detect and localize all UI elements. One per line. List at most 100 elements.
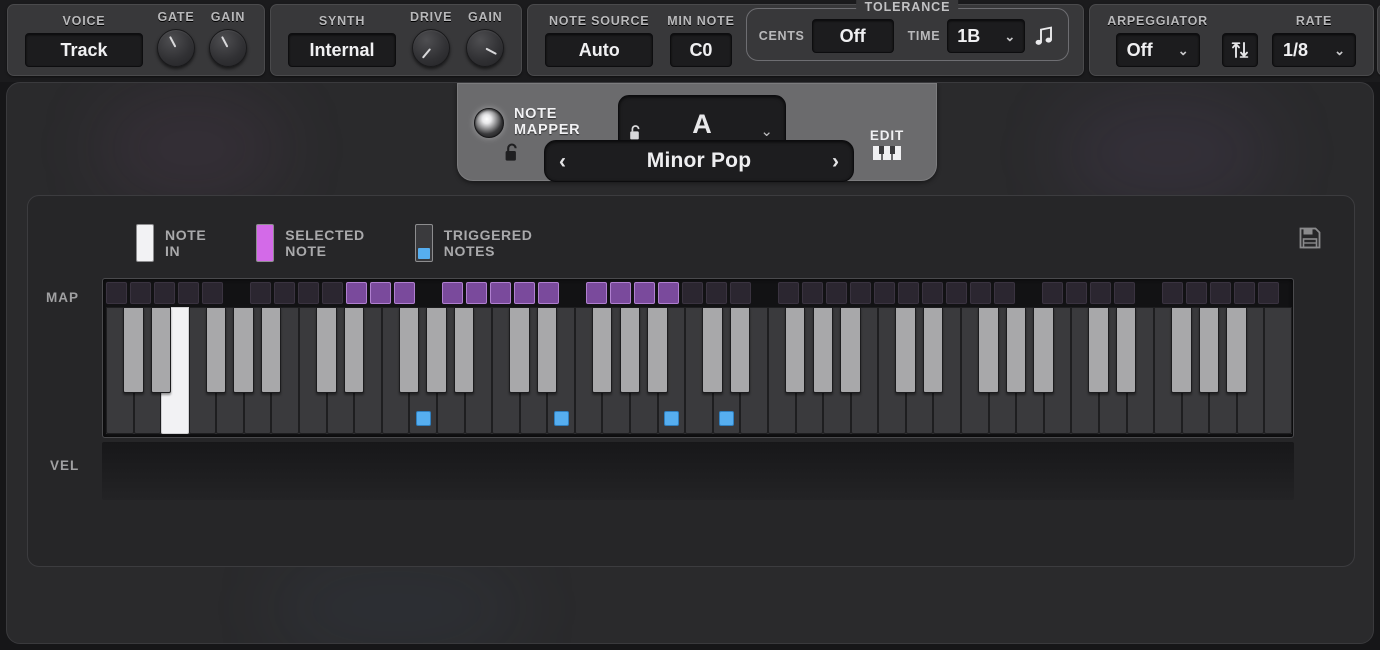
black-key[interactable] bbox=[647, 307, 668, 393]
black-key[interactable] bbox=[1116, 307, 1137, 393]
map-cell[interactable] bbox=[346, 282, 367, 304]
map-cell[interactable] bbox=[322, 282, 343, 304]
map-cell[interactable] bbox=[1042, 282, 1063, 304]
piano-keyboard[interactable] bbox=[106, 307, 1292, 434]
map-cell[interactable] bbox=[730, 282, 751, 304]
map-cell[interactable] bbox=[826, 282, 847, 304]
black-key[interactable] bbox=[123, 307, 144, 393]
black-key[interactable] bbox=[316, 307, 337, 393]
black-key[interactable] bbox=[591, 307, 613, 393]
preset-next-button[interactable]: › bbox=[832, 151, 839, 172]
map-cell[interactable] bbox=[1090, 282, 1111, 304]
velocity-lane[interactable] bbox=[102, 442, 1294, 500]
time-value[interactable]: 1B ⌄ bbox=[947, 19, 1026, 53]
map-cell[interactable] bbox=[610, 282, 631, 304]
map-cell[interactable] bbox=[202, 282, 223, 304]
map-cell[interactable] bbox=[850, 282, 871, 304]
map-cell[interactable] bbox=[634, 282, 655, 304]
black-key[interactable] bbox=[509, 307, 530, 393]
synth-value[interactable]: Internal bbox=[288, 33, 396, 67]
map-cell[interactable] bbox=[106, 282, 127, 304]
triggered-note-marker[interactable] bbox=[663, 411, 679, 426]
map-cell[interactable] bbox=[274, 282, 295, 304]
map-cell[interactable] bbox=[1258, 282, 1279, 304]
black-key[interactable] bbox=[150, 307, 172, 393]
power-led[interactable] bbox=[474, 108, 504, 138]
map-cell[interactable] bbox=[1234, 282, 1255, 304]
map-cell[interactable] bbox=[466, 282, 487, 304]
map-cell[interactable] bbox=[298, 282, 319, 304]
black-key[interactable] bbox=[978, 307, 999, 393]
map-cell[interactable] bbox=[682, 282, 703, 304]
arpeggiator-select[interactable]: Off ⌄ bbox=[1115, 33, 1200, 67]
map-cell[interactable] bbox=[802, 282, 823, 304]
black-key[interactable] bbox=[1171, 307, 1192, 393]
gain-knob-voice[interactable] bbox=[209, 29, 247, 67]
map-cell[interactable] bbox=[1210, 282, 1231, 304]
black-key[interactable] bbox=[785, 307, 806, 393]
black-key[interactable] bbox=[1226, 307, 1247, 393]
black-key[interactable] bbox=[1088, 307, 1109, 393]
black-key[interactable] bbox=[233, 307, 254, 393]
map-cell[interactable] bbox=[490, 282, 511, 304]
map-strip[interactable] bbox=[106, 282, 1282, 304]
triggered-note-marker[interactable] bbox=[719, 411, 735, 426]
triggered-note-marker[interactable] bbox=[415, 411, 431, 426]
map-cell[interactable] bbox=[778, 282, 799, 304]
cents-value[interactable]: Off bbox=[811, 19, 894, 53]
arp-direction-icon[interactable] bbox=[1221, 33, 1258, 67]
black-key[interactable] bbox=[922, 307, 944, 393]
black-key[interactable] bbox=[205, 307, 227, 393]
map-cell[interactable] bbox=[586, 282, 607, 304]
map-cell[interactable] bbox=[394, 282, 415, 304]
black-key[interactable] bbox=[619, 307, 640, 393]
black-key[interactable] bbox=[261, 307, 282, 393]
rate-select[interactable]: 1/8 ⌄ bbox=[1271, 33, 1356, 67]
map-cell[interactable] bbox=[442, 282, 463, 304]
black-key[interactable] bbox=[702, 307, 723, 393]
black-key[interactable] bbox=[343, 307, 365, 393]
gain-knob-synth[interactable] bbox=[466, 29, 505, 67]
gate-knob[interactable] bbox=[157, 29, 195, 67]
map-cell[interactable] bbox=[970, 282, 991, 304]
black-key[interactable] bbox=[1198, 307, 1220, 393]
black-key[interactable] bbox=[426, 307, 447, 393]
triggered-note-marker[interactable] bbox=[553, 411, 569, 426]
map-cell[interactable] bbox=[178, 282, 199, 304]
map-cell[interactable] bbox=[514, 282, 535, 304]
map-cell[interactable] bbox=[1186, 282, 1207, 304]
edit-button[interactable]: EDIT bbox=[863, 128, 911, 161]
voice-value[interactable]: Track bbox=[25, 33, 143, 67]
black-key[interactable] bbox=[454, 307, 475, 393]
map-cell[interactable] bbox=[898, 282, 919, 304]
map-cell[interactable] bbox=[1162, 282, 1183, 304]
map-cell[interactable] bbox=[922, 282, 943, 304]
map-cell[interactable] bbox=[154, 282, 175, 304]
map-cell[interactable] bbox=[994, 282, 1015, 304]
map-cell[interactable] bbox=[538, 282, 559, 304]
drive-knob[interactable] bbox=[412, 29, 451, 67]
map-cell[interactable] bbox=[874, 282, 895, 304]
black-key[interactable] bbox=[729, 307, 751, 393]
black-key[interactable] bbox=[895, 307, 916, 393]
save-button[interactable] bbox=[1298, 226, 1322, 255]
map-cell[interactable] bbox=[370, 282, 391, 304]
map-cell[interactable] bbox=[658, 282, 679, 304]
map-cell[interactable] bbox=[946, 282, 967, 304]
note-source-value[interactable]: Auto bbox=[545, 33, 654, 67]
keyboard-editor[interactable] bbox=[102, 278, 1294, 438]
preset-browser[interactable]: ‹ Minor Pop › bbox=[544, 140, 854, 182]
black-key[interactable] bbox=[536, 307, 558, 393]
black-key[interactable] bbox=[812, 307, 834, 393]
map-cell[interactable] bbox=[130, 282, 151, 304]
map-cell[interactable] bbox=[706, 282, 727, 304]
map-cell[interactable] bbox=[250, 282, 271, 304]
panel-lock-open-icon[interactable] bbox=[504, 142, 520, 168]
black-key[interactable] bbox=[398, 307, 420, 393]
min-note-value[interactable]: C0 bbox=[669, 33, 732, 67]
black-key[interactable] bbox=[1005, 307, 1027, 393]
map-cell[interactable] bbox=[1114, 282, 1135, 304]
black-key[interactable] bbox=[840, 307, 861, 393]
music-note-icon[interactable] bbox=[1029, 19, 1059, 53]
white-key[interactable] bbox=[1264, 307, 1292, 434]
